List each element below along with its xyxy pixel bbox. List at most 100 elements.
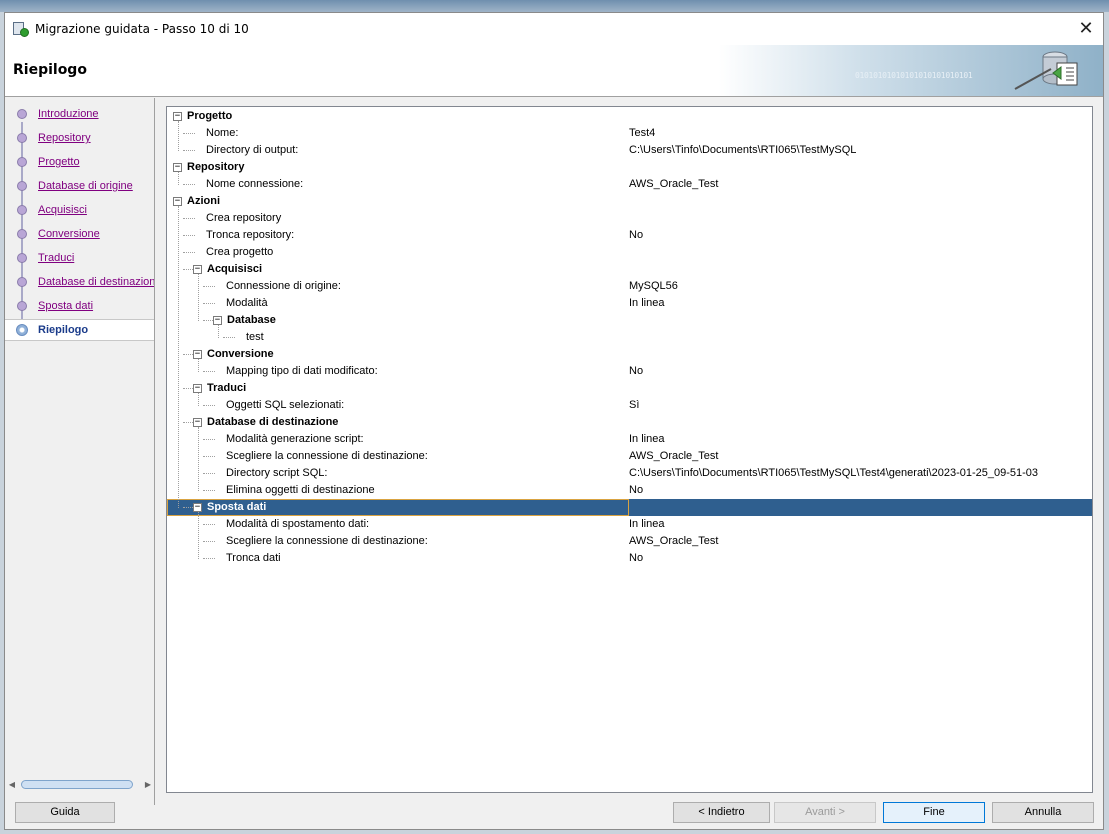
tree-row-label: Connessione di origine: bbox=[226, 280, 341, 292]
tree-row-label: Modalità bbox=[226, 297, 268, 309]
tree-row[interactable]: test bbox=[167, 329, 1092, 346]
tree-guide-line bbox=[198, 274, 199, 321]
nav-step-0[interactable]: Introduzione bbox=[5, 103, 154, 125]
tree-row[interactable]: Elimina oggetti di destinazione No bbox=[167, 482, 1092, 499]
nav-step-label[interactable]: Conversione bbox=[38, 228, 100, 240]
tree-row[interactable]: Scegliere la connessione di destinazione… bbox=[167, 533, 1092, 550]
tree-row[interactable]: Oggetti SQL selezionati: Sì bbox=[167, 397, 1092, 414]
nav-step-label[interactable]: Introduzione bbox=[38, 108, 99, 120]
tree-row[interactable]: Modalità di spostamento dati: In linea bbox=[167, 516, 1092, 533]
tree-guide-line bbox=[203, 473, 215, 474]
tree-row-label: Scegliere la connessione di destinazione… bbox=[226, 535, 428, 547]
wizard-steps-nav: Introduzione Repository Progetto Database d… bbox=[5, 98, 155, 805]
back-button[interactable]: < Indietro bbox=[673, 802, 770, 823]
nav-step-label[interactable]: Database di origine bbox=[38, 180, 133, 192]
nav-step-label[interactable]: Repository bbox=[38, 132, 91, 144]
step-marker-icon bbox=[17, 133, 27, 143]
tree-row[interactable]: − Acquisisci bbox=[167, 261, 1092, 278]
tree-row-value: Sì bbox=[629, 399, 640, 411]
cancel-button[interactable]: Annulla bbox=[992, 802, 1094, 823]
collapse-toggle-icon[interactable]: − bbox=[213, 316, 222, 325]
tree-row-label: Nome connessione: bbox=[206, 178, 304, 190]
tree-row-value: C:\Users\Tinfo\Documents\RTI065\TestMySQ… bbox=[629, 467, 1039, 479]
nav-step-label[interactable]: Progetto bbox=[38, 156, 80, 168]
tree-row-value: No bbox=[629, 365, 644, 377]
tree-row[interactable]: Tronca repository: No bbox=[167, 227, 1092, 244]
collapse-toggle-icon[interactable]: − bbox=[173, 197, 182, 206]
nav-step-label[interactable]: Riepilogo bbox=[38, 324, 88, 336]
tree-row[interactable]: − Progetto bbox=[167, 108, 1092, 125]
tree-guide-line bbox=[198, 427, 199, 491]
tree-row[interactable]: − Azioni bbox=[167, 193, 1092, 210]
nav-step-1[interactable]: Repository bbox=[5, 127, 154, 149]
tree-row[interactable]: − Database di destinazione bbox=[167, 414, 1092, 431]
help-button[interactable]: Guida bbox=[15, 802, 115, 823]
tree-row-value: Test4 bbox=[629, 127, 656, 139]
tree-guide-line bbox=[183, 133, 195, 134]
tree-row[interactable]: Crea repository bbox=[167, 210, 1092, 227]
scrollbar-thumb[interactable] bbox=[21, 780, 133, 789]
tree-row[interactable]: Scegliere la connessione di destinazione… bbox=[167, 448, 1092, 465]
nav-step-8[interactable]: Sposta dati bbox=[5, 295, 154, 317]
tree-row[interactable]: − Database bbox=[167, 312, 1092, 329]
step-marker-icon bbox=[16, 324, 28, 336]
tree-row[interactable]: Crea progetto bbox=[167, 244, 1092, 261]
tree-guide-line bbox=[178, 121, 179, 151]
tree-guide-line bbox=[183, 235, 195, 236]
nav-horizontal-scrollbar[interactable]: ◀ ▶ bbox=[7, 778, 153, 791]
nav-step-3[interactable]: Database di origine bbox=[5, 175, 154, 197]
tree-row-value: No bbox=[629, 229, 644, 241]
tree-row[interactable]: Nome connessione: AWS_Oracle_Test bbox=[167, 176, 1092, 193]
tree-row[interactable]: − Repository bbox=[167, 159, 1092, 176]
nav-step-5[interactable]: Conversione bbox=[5, 223, 154, 245]
tree-row-label: Nome: bbox=[206, 127, 239, 139]
tree-row-label: Acquisisci bbox=[207, 263, 263, 275]
database-migration-icon bbox=[1014, 51, 1078, 90]
next-button[interactable]: Avanti > bbox=[774, 802, 876, 823]
step-marker-icon bbox=[17, 253, 27, 263]
collapse-toggle-icon[interactable]: − bbox=[173, 163, 182, 172]
tree-guide-line bbox=[183, 184, 195, 185]
tree-row-label: Crea progetto bbox=[206, 246, 274, 258]
close-icon[interactable]: ✕ bbox=[1075, 18, 1097, 40]
tree-row[interactable]: Modalità In linea bbox=[167, 295, 1092, 312]
nav-step-label[interactable]: Acquisisci bbox=[38, 204, 87, 216]
tree-row[interactable]: Tronca dati No bbox=[167, 550, 1092, 567]
collapse-toggle-icon[interactable]: − bbox=[193, 265, 202, 274]
scroll-right-icon[interactable]: ▶ bbox=[143, 778, 153, 791]
collapse-toggle-icon[interactable]: − bbox=[193, 384, 202, 393]
tree-row[interactable]: Connessione di origine: MySQL56 bbox=[167, 278, 1092, 295]
tree-row[interactable]: − Traduci bbox=[167, 380, 1092, 397]
tree-guide-line bbox=[203, 371, 215, 372]
nav-step-2[interactable]: Progetto bbox=[5, 151, 154, 173]
nav-step-label[interactable]: Database di destinazione bbox=[38, 276, 154, 288]
tree-row[interactable]: Modalità generazione script: In linea bbox=[167, 431, 1092, 448]
nav-step-7[interactable]: Database di destinazione bbox=[5, 271, 154, 293]
collapse-toggle-icon[interactable]: − bbox=[193, 350, 202, 359]
scroll-left-icon[interactable]: ◀ bbox=[7, 778, 17, 791]
nav-step-label[interactable]: Traduci bbox=[38, 252, 74, 264]
step-marker-icon bbox=[17, 109, 27, 119]
tree-row[interactable]: − Sposta dati bbox=[167, 499, 1092, 516]
nav-step-6[interactable]: Traduci bbox=[5, 247, 154, 269]
tree-row-label: Database di destinazione bbox=[207, 416, 339, 428]
tree-row[interactable]: Directory di output: C:\Users\Tinfo\Docum… bbox=[167, 142, 1092, 159]
tree-row-label: Repository bbox=[187, 161, 245, 173]
tree-row-value: AWS_Oracle_Test bbox=[629, 450, 719, 462]
nav-step-label[interactable]: Sposta dati bbox=[38, 300, 93, 312]
tree-row[interactable]: Mapping tipo di dati modificato: No bbox=[167, 363, 1092, 380]
tree-row[interactable]: Directory script SQL: C:\Users\Tinfo\Docu… bbox=[167, 465, 1092, 482]
tree-guide-line bbox=[203, 558, 215, 559]
tree-row[interactable]: Nome: Test4 bbox=[167, 125, 1092, 142]
tree-guide-line bbox=[183, 388, 193, 389]
tree-row-value: AWS_Oracle_Test bbox=[629, 178, 719, 190]
desktop-background bbox=[0, 0, 1109, 12]
nav-step-9[interactable]: Riepilogo bbox=[5, 319, 154, 341]
tree-row[interactable]: − Conversione bbox=[167, 346, 1092, 363]
nav-step-4[interactable]: Acquisisci bbox=[5, 199, 154, 221]
collapse-toggle-icon[interactable]: − bbox=[173, 112, 182, 121]
collapse-toggle-icon[interactable]: − bbox=[193, 418, 202, 427]
finish-button[interactable]: Fine bbox=[883, 802, 985, 823]
summary-tree[interactable]: − Progetto Nome: Test4 Directory di output: C… bbox=[166, 106, 1093, 793]
tree-row-label: Progetto bbox=[187, 110, 233, 122]
